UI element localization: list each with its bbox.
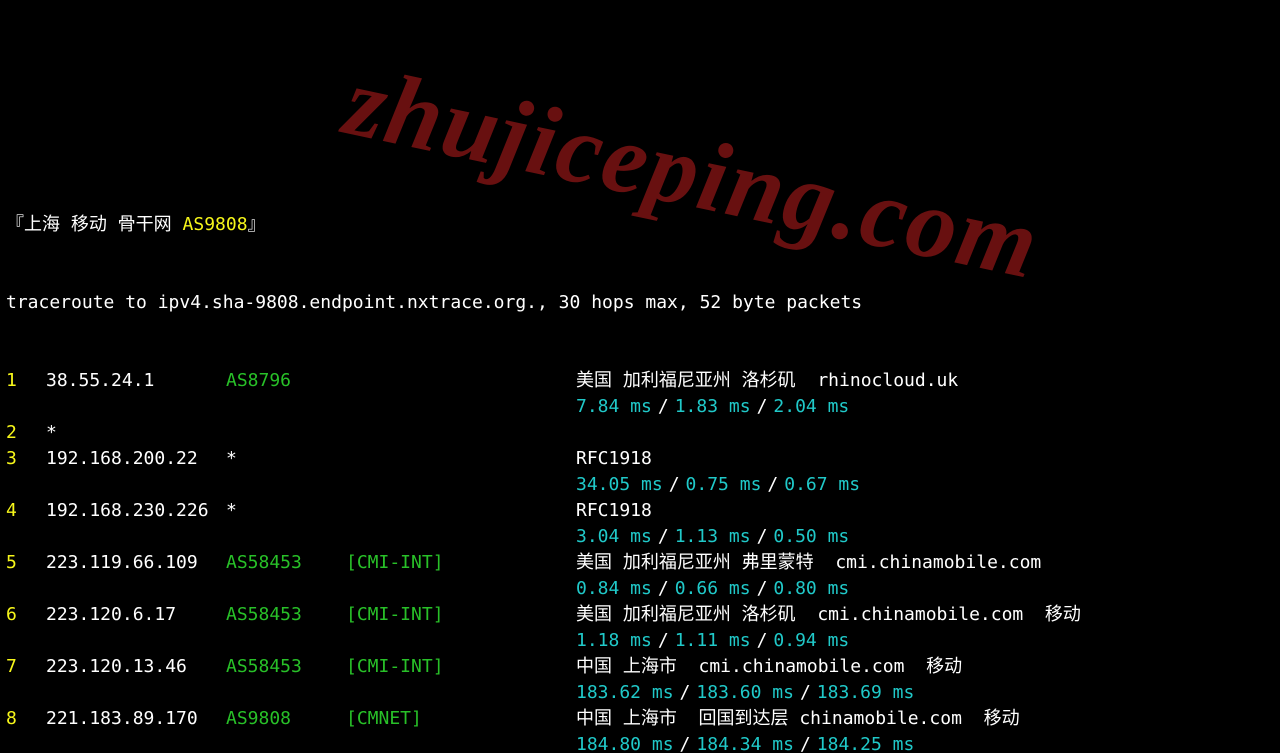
bracket-right: 』 bbox=[248, 212, 266, 238]
hop-number: 2 bbox=[6, 420, 46, 446]
hop-ip: * bbox=[46, 420, 226, 446]
latency-3: 0.67 ms bbox=[784, 472, 860, 498]
hop-tag: [CMNET] bbox=[346, 706, 576, 732]
header-asn: AS9808 bbox=[183, 212, 248, 238]
hop-ip: 192.168.230.226 bbox=[46, 498, 226, 524]
latency-3: 184.25 ms bbox=[817, 732, 915, 753]
latency-1: 1.18 ms bbox=[576, 628, 652, 654]
latency-1: 183.62 ms bbox=[576, 680, 674, 706]
latency-2: 0.66 ms bbox=[675, 576, 751, 602]
hop-asn: AS58453 bbox=[226, 550, 346, 576]
hop-number: 3 bbox=[6, 446, 46, 472]
hop-row: 3192.168.200.22* RFC1918 bbox=[6, 446, 1280, 472]
separator: / bbox=[794, 680, 817, 706]
latency-3: 0.80 ms bbox=[773, 576, 849, 602]
hop-number: 1 bbox=[6, 368, 46, 394]
hop-number: 8 bbox=[6, 706, 46, 732]
hop-location: RFC1918 bbox=[576, 498, 652, 524]
latency-3: 2.04 ms bbox=[773, 394, 849, 420]
hop-tag: [CMI-INT] bbox=[346, 654, 576, 680]
hop-timings: 183.62 ms/183.60 ms/183.69 ms bbox=[6, 680, 1280, 706]
hop-location: 中国 上海市 cmi.chinamobile.com 移动 bbox=[576, 654, 962, 680]
hop-ip: 223.119.66.109 bbox=[46, 550, 226, 576]
header-region: 上海 移动 骨干网 bbox=[24, 212, 172, 238]
separator: / bbox=[663, 472, 686, 498]
separator: / bbox=[674, 680, 697, 706]
hop-asn: AS9808 bbox=[226, 706, 346, 732]
hop-number: 6 bbox=[6, 602, 46, 628]
terminal-output: 『上海 移动 骨干网 AS9808』 traceroute to ipv4.sh… bbox=[6, 160, 1280, 753]
hop-timings: 1.18 ms/1.11 ms/0.94 ms bbox=[6, 628, 1280, 654]
hop-timings: 3.04 ms/1.13 ms/0.50 ms bbox=[6, 524, 1280, 550]
hop-asn: AS58453 bbox=[226, 602, 346, 628]
separator: / bbox=[652, 576, 675, 602]
separator: / bbox=[751, 524, 774, 550]
hop-timings: 7.84 ms/1.83 ms/2.04 ms bbox=[6, 394, 1280, 420]
hop-row: 7223.120.13.46AS58453[CMI-INT]中国 上海市 cmi… bbox=[6, 654, 1280, 680]
separator: / bbox=[751, 576, 774, 602]
latency-1: 184.80 ms bbox=[576, 732, 674, 753]
hop-location: 美国 加利福尼亚州 洛杉矶 rhinocloud.uk bbox=[576, 368, 958, 394]
hop-ip: 221.183.89.170 bbox=[46, 706, 226, 732]
separator: / bbox=[652, 394, 675, 420]
hop-location: RFC1918 bbox=[576, 446, 652, 472]
hop-timings: 0.84 ms/0.66 ms/0.80 ms bbox=[6, 576, 1280, 602]
latency-1: 0.84 ms bbox=[576, 576, 652, 602]
bracket-left: 『 bbox=[6, 212, 24, 238]
hop-asn: AS58453 bbox=[226, 654, 346, 680]
hop-asn: AS8796 bbox=[226, 368, 346, 394]
hop-tag: [CMI-INT] bbox=[346, 602, 576, 628]
hop-row: 138.55.24.1AS8796 美国 加利福尼亚州 洛杉矶 rhinoclou… bbox=[6, 368, 1280, 394]
hop-timings: 184.80 ms/184.34 ms/184.25 ms bbox=[6, 732, 1280, 753]
hop-row: 6223.120.6.17AS58453[CMI-INT]美国 加利福尼亚州 洛… bbox=[6, 602, 1280, 628]
hop-number: 5 bbox=[6, 550, 46, 576]
latency-2: 1.13 ms bbox=[675, 524, 751, 550]
latency-2: 0.75 ms bbox=[686, 472, 762, 498]
latency-3: 0.50 ms bbox=[773, 524, 849, 550]
separator: / bbox=[761, 472, 784, 498]
hop-ip: 38.55.24.1 bbox=[46, 368, 226, 394]
hop-row: 8221.183.89.170AS9808[CMNET]中国 上海市 回国到达层… bbox=[6, 706, 1280, 732]
separator: / bbox=[674, 732, 697, 753]
hop-number: 4 bbox=[6, 498, 46, 524]
latency-2: 1.11 ms bbox=[675, 628, 751, 654]
latency-2: 183.60 ms bbox=[696, 680, 794, 706]
latency-1: 34.05 ms bbox=[576, 472, 663, 498]
hop-ip: 223.120.6.17 bbox=[46, 602, 226, 628]
hop-asn: * bbox=[226, 446, 346, 472]
command-line: traceroute to ipv4.sha-9808.endpoint.nxt… bbox=[6, 290, 1280, 316]
separator: / bbox=[652, 628, 675, 654]
latency-2: 1.83 ms bbox=[675, 394, 751, 420]
separator: / bbox=[751, 394, 774, 420]
latency-3: 0.94 ms bbox=[773, 628, 849, 654]
separator: / bbox=[652, 524, 675, 550]
hop-tag: [CMI-INT] bbox=[346, 550, 576, 576]
hop-ip: 192.168.200.22 bbox=[46, 446, 226, 472]
hop-row: 4192.168.230.226* RFC1918 bbox=[6, 498, 1280, 524]
latency-2: 184.34 ms bbox=[696, 732, 794, 753]
hop-location: 美国 加利福尼亚州 洛杉矶 cmi.chinamobile.com 移动 bbox=[576, 602, 1081, 628]
hop-location: 中国 上海市 回国到达层 chinamobile.com 移动 bbox=[576, 706, 1020, 732]
hop-location: 美国 加利福尼亚州 弗里蒙特 cmi.chinamobile.com bbox=[576, 550, 1041, 576]
hop-row: 2* bbox=[6, 420, 1280, 446]
latency-3: 183.69 ms bbox=[817, 680, 915, 706]
separator: / bbox=[751, 628, 774, 654]
latency-1: 7.84 ms bbox=[576, 394, 652, 420]
latency-1: 3.04 ms bbox=[576, 524, 652, 550]
hop-number: 7 bbox=[6, 654, 46, 680]
header-line: 『上海 移动 骨干网 AS9808』 bbox=[6, 212, 1280, 238]
separator: / bbox=[794, 732, 817, 753]
hop-ip: 223.120.13.46 bbox=[46, 654, 226, 680]
hop-row: 5223.119.66.109AS58453[CMI-INT]美国 加利福尼亚州… bbox=[6, 550, 1280, 576]
hop-asn: * bbox=[226, 498, 346, 524]
hop-timings: 34.05 ms/0.75 ms/0.67 ms bbox=[6, 472, 1280, 498]
